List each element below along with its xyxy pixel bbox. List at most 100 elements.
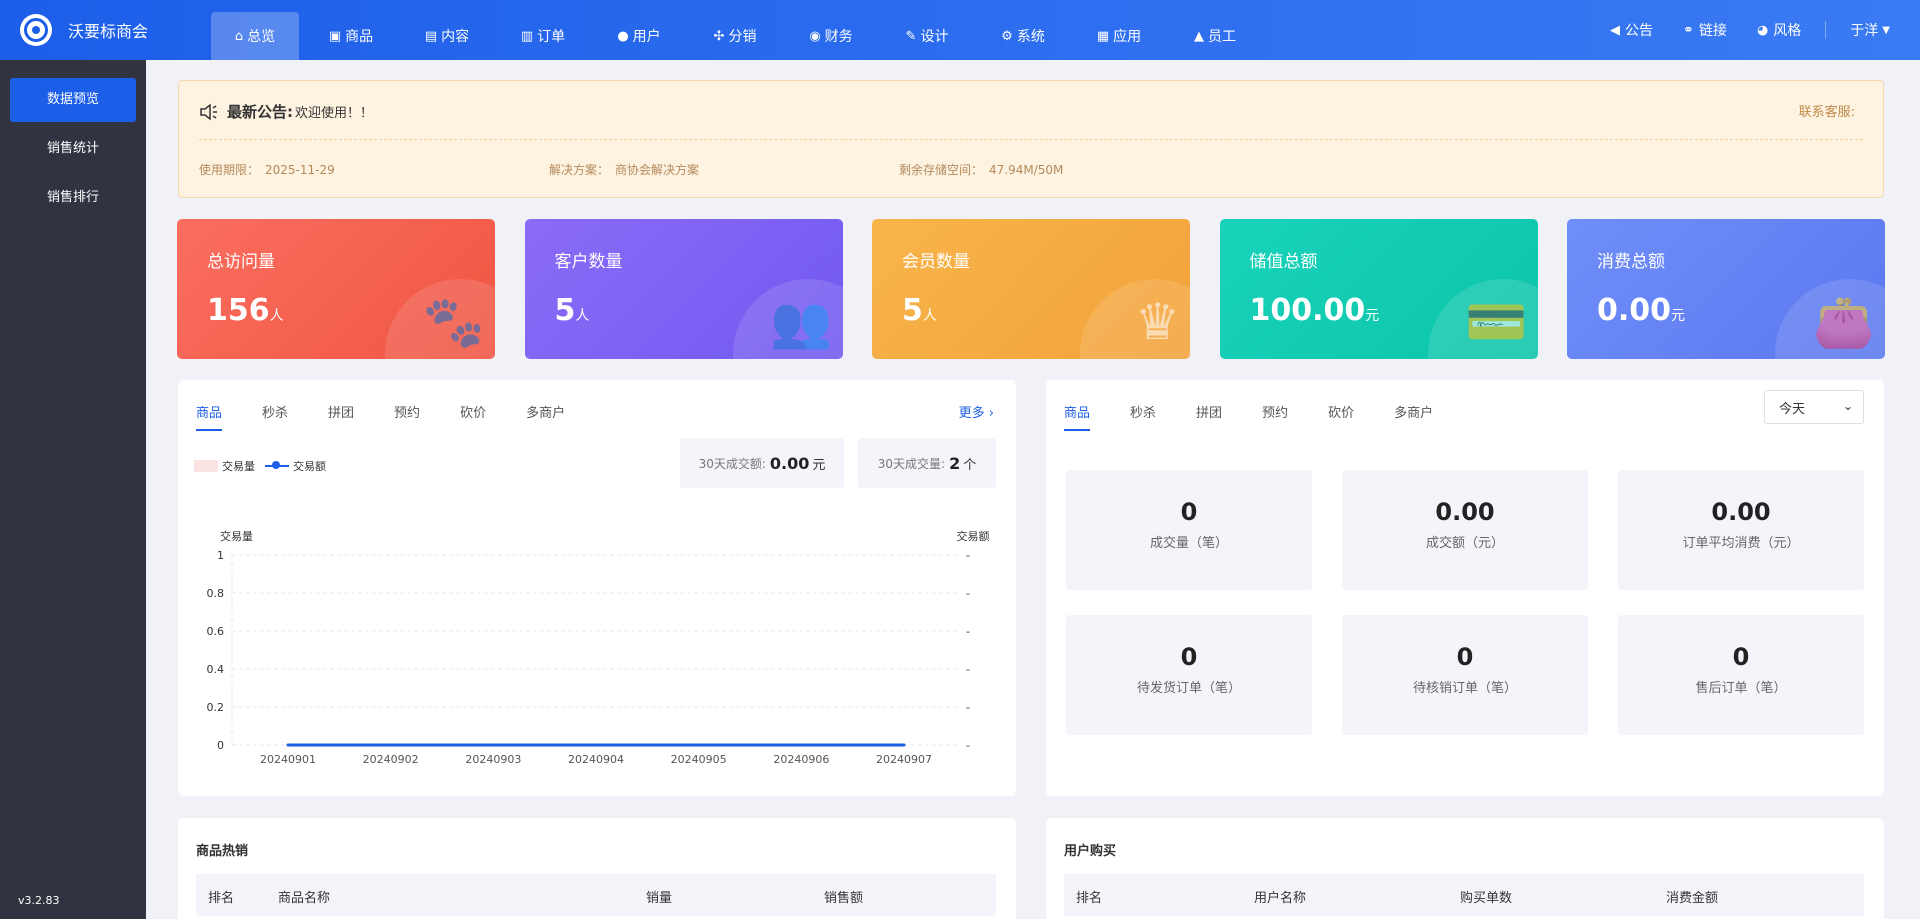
column-header: 排名	[208, 891, 235, 906]
user-icon: ●	[617, 28, 629, 44]
y2-tick-label: -	[966, 663, 970, 676]
tab-4[interactable]: 砍价	[1328, 392, 1354, 431]
stat-value: 156人	[207, 293, 284, 328]
period-select[interactable]: 今天 ⌄	[1764, 390, 1864, 424]
notice-text: 欢迎使用！！	[295, 106, 374, 121]
user-purchase-panel: 用户购买 排名 用户名称 购买单数 消费金额	[1046, 818, 1884, 919]
users-icon: 👥	[770, 293, 833, 351]
nav-item-label: 内容	[441, 29, 470, 45]
member-count-card[interactable]: 会员数量 5人 ♛	[872, 219, 1190, 359]
version-label: v3.2.83	[18, 894, 60, 907]
chevron-down-icon: ▼	[1882, 24, 1890, 36]
y2-axis-title: 交易额	[957, 529, 990, 543]
bag-icon: ▣	[328, 28, 342, 44]
stat-value: 5人	[554, 293, 590, 328]
x-tick-label: 20240902	[363, 753, 419, 766]
metric-card: 0 成交量（笔）	[1066, 470, 1312, 590]
data-point	[902, 743, 906, 747]
chevron-down-icon: ⌄	[1842, 399, 1853, 413]
user-purchase-title: 用户购买	[1064, 844, 1117, 859]
trade-chart-panel: 商品 秒杀 拼团 预约 砍价 多商户 更多 › 交易量 交易额 30天成交额: 0.00 …	[178, 380, 1016, 796]
tab-5[interactable]: 多商户	[1394, 392, 1433, 431]
nav-item-8[interactable]: ⚙ 系统	[979, 12, 1067, 60]
brand[interactable]: 沃要标商会	[20, 14, 148, 46]
notice-link[interactable]: ◀ 公告	[1610, 20, 1653, 40]
link-icon: ⚭	[1683, 22, 1694, 38]
nav-item-4[interactable]: ● 用户	[595, 12, 683, 60]
y-tick-label: 1	[217, 549, 224, 562]
stat-value: 5人	[902, 293, 937, 328]
sidebar-item-sales-stats[interactable]: 销售统计	[10, 127, 136, 171]
nav-item-7[interactable]: ✎ 设计	[883, 12, 971, 60]
consumption-card[interactable]: 消费总额 0.00元 👛	[1567, 219, 1885, 359]
x-tick-label: 20240901	[260, 753, 316, 766]
stored-value-card[interactable]: 储值总额 100.00元 💳	[1219, 219, 1538, 359]
metric-label: 成交额（元）	[1425, 536, 1504, 551]
metric-label: 售后订单（笔）	[1695, 681, 1787, 696]
network-icon: ✣	[713, 28, 725, 44]
nav-item-5[interactable]: ✣ 分销	[691, 12, 779, 60]
nav-item-0[interactable]: ⌂ 总览	[211, 12, 299, 60]
palette-icon: ◕	[1756, 22, 1769, 38]
nav-item-10[interactable]: ▲ 员工	[1171, 12, 1259, 60]
stat-title: 客户数量	[554, 252, 623, 272]
x-tick-label: 20240906	[773, 753, 829, 766]
x-tick-label: 20240903	[465, 753, 521, 766]
tab-3[interactable]: 预约	[1262, 392, 1288, 431]
nav-item-9[interactable]: ▦ 应用	[1075, 12, 1163, 60]
column-header: 消费金额	[1666, 891, 1719, 906]
x-tick-label: 20240905	[671, 753, 727, 766]
crown-icon: ♛	[1135, 293, 1180, 351]
nav-item-2[interactable]: ▤ 内容	[403, 12, 491, 60]
stat-title: 会员数量	[902, 252, 970, 272]
lock-icon: ▲	[1194, 28, 1204, 44]
nav-item-6[interactable]: ◉ 财务	[787, 12, 875, 60]
logo-icon	[20, 14, 52, 46]
nav-item-label: 分销	[728, 29, 757, 45]
order-stats-panel: 商品 秒杀 拼团 预约 砍价 多商户 今天 ⌄ 0 成交量（笔） 0.00 成交额（元） 0.00…	[1046, 380, 1884, 796]
data-point	[594, 743, 598, 747]
metric-value: 0.00	[1435, 498, 1495, 526]
notice-divider	[199, 139, 1863, 140]
tab-0[interactable]: 商品	[1064, 392, 1091, 431]
hot-products-panel: 商品热销 排名 商品名称 销量 销售额	[178, 818, 1016, 919]
style-link[interactable]: ◕ 风格	[1757, 20, 1801, 40]
nav-item-label: 设计	[920, 29, 949, 45]
column-header: 用户名称	[1254, 891, 1307, 906]
link-link[interactable]: ⚭ 链接	[1683, 20, 1727, 40]
nav-item-1[interactable]: ▣ 商品	[307, 12, 395, 60]
stat-value: 0.00元	[1597, 293, 1686, 328]
tab-1[interactable]: 秒杀	[1130, 392, 1156, 431]
nav-item-3[interactable]: ▥ 订单	[499, 12, 587, 60]
nav-item-label: 财务	[824, 29, 853, 45]
user-menu[interactable]: 于洋 ▼	[1850, 20, 1890, 40]
y-tick-label: 0.8	[207, 587, 225, 600]
tab-2[interactable]: 拼团	[1196, 392, 1222, 431]
data-point	[799, 743, 803, 747]
brand-name: 沃要标商会	[68, 22, 149, 41]
column-header: 商品名称	[278, 891, 331, 906]
nav-item-label: 用户	[632, 29, 661, 45]
metric-card: 0.00 订单平均消费（元）	[1618, 470, 1864, 590]
total-visits-card[interactable]: 总访问量 156人 🐾	[177, 219, 495, 359]
wallet-icon: 👛	[1812, 293, 1875, 351]
metric-card: 0 待发货订单（笔）	[1066, 615, 1312, 735]
nav-item-label: 订单	[537, 29, 566, 45]
customer-count-card[interactable]: 客户数量 5人 👥	[524, 219, 843, 359]
data-point	[491, 743, 495, 747]
hot-products-table-header: 排名 商品名称 销量 销售额	[196, 874, 996, 916]
sidebar-item-data-preview[interactable]: 数据预览	[10, 78, 136, 122]
metric-label: 待发货订单（笔）	[1136, 681, 1241, 696]
sidebar-item-sales-rank[interactable]: 销售排行	[10, 176, 136, 220]
y2-tick-label: -	[966, 625, 970, 638]
expire-info: 使用期限： 2025-11-29	[199, 163, 335, 177]
column-header: 销售额	[824, 891, 864, 906]
contact-support-link[interactable]: 联系客服:	[1799, 101, 1855, 120]
clipboard-icon: ▥	[520, 28, 534, 44]
metric-value: 0.00	[1711, 498, 1771, 526]
y2-tick-label: -	[966, 587, 970, 600]
metric-value: 0	[1456, 643, 1474, 671]
data-point	[286, 743, 290, 747]
y2-tick-label: -	[966, 701, 970, 714]
megaphone-icon: ◀	[1610, 22, 1621, 38]
